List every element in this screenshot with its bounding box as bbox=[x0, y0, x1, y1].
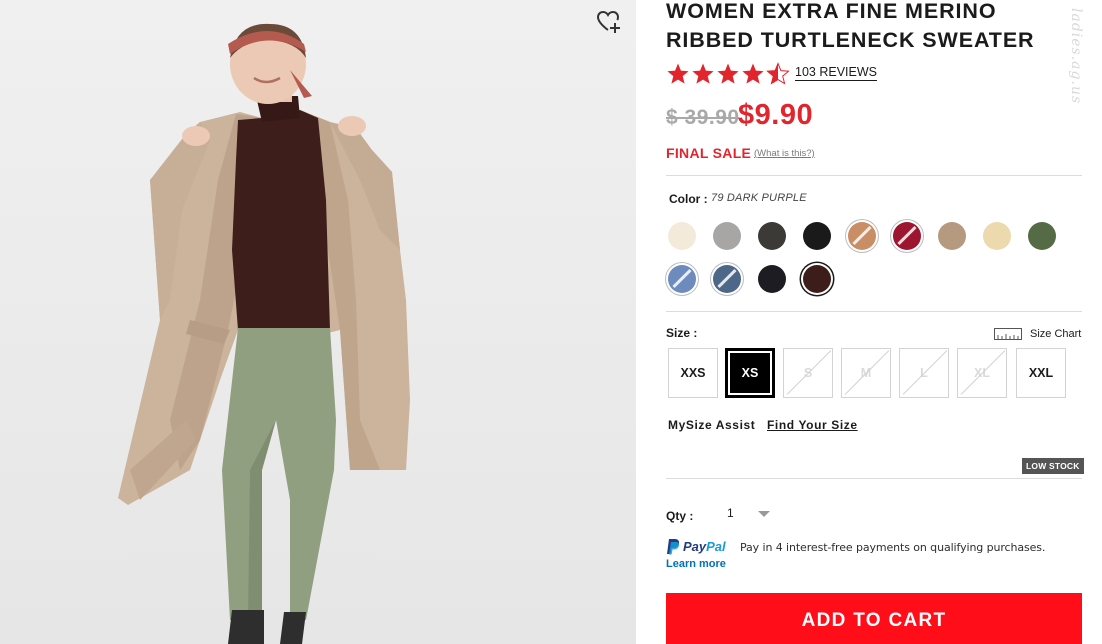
color-swatch[interactable] bbox=[848, 222, 876, 250]
size-option-unavailable[interactable]: XL bbox=[957, 348, 1007, 398]
sale-price: $9.90 bbox=[738, 99, 814, 131]
quantity-value: 1 bbox=[727, 506, 734, 520]
ruler-icon bbox=[994, 328, 1022, 340]
paypal-wordmark: PayPal bbox=[683, 539, 726, 554]
divider bbox=[666, 311, 1082, 312]
divider bbox=[666, 478, 1082, 479]
unavailable-slash-icon bbox=[717, 268, 737, 289]
product-details-panel: WOMEN EXTRA FINE MERINO RIBBED TURTLENEC… bbox=[636, 0, 1102, 644]
color-swatch[interactable] bbox=[713, 222, 741, 250]
original-price: $ 39.90 bbox=[666, 106, 740, 129]
paypal-learn-more-link[interactable]: Learn more bbox=[666, 558, 726, 570]
mysize-assist-label: MySize Assist bbox=[668, 418, 756, 432]
divider bbox=[666, 175, 1082, 176]
unavailable-slash-icon bbox=[960, 350, 1006, 395]
what-is-this-link[interactable]: (What is this?) bbox=[754, 148, 815, 159]
paypal-wordmark-pal: Pal bbox=[706, 539, 726, 554]
size-option[interactable]: XXS bbox=[668, 348, 718, 398]
unavailable-slash-icon bbox=[897, 225, 917, 246]
unavailable-slash-icon bbox=[902, 350, 948, 395]
paypal-p-icon bbox=[667, 539, 680, 555]
color-swatch[interactable] bbox=[1028, 222, 1056, 250]
size-option-label: XXL bbox=[1028, 366, 1054, 380]
star-full-icon bbox=[717, 63, 739, 84]
color-swatch[interactable] bbox=[803, 222, 831, 250]
color-swatch[interactable] bbox=[983, 222, 1011, 250]
final-sale-label: FINAL SALE bbox=[666, 145, 752, 161]
star-half-icon bbox=[766, 62, 790, 85]
product-image bbox=[0, 0, 636, 644]
paypal-description: Pay in 4 interest-free payments on quali… bbox=[740, 541, 1046, 554]
star-full-icon bbox=[692, 63, 714, 84]
quantity-select[interactable]: 1 bbox=[716, 502, 776, 524]
size-option[interactable]: XXL bbox=[1016, 348, 1066, 398]
size-option-label: XS bbox=[741, 366, 759, 380]
star-rating bbox=[666, 61, 791, 87]
color-swatch[interactable] bbox=[668, 265, 696, 293]
color-swatch[interactable] bbox=[713, 265, 741, 293]
star-full-icon bbox=[667, 63, 689, 84]
star-full-icon bbox=[742, 63, 764, 84]
add-to-wishlist-heart-icon[interactable] bbox=[596, 9, 622, 35]
unavailable-slash-icon bbox=[852, 225, 872, 246]
product-title: WOMEN EXTRA FINE MERINO RIBBED TURTLENEC… bbox=[666, 0, 1035, 52]
color-swatch[interactable] bbox=[758, 222, 786, 250]
color-swatch[interactable] bbox=[938, 222, 966, 250]
color-swatch[interactable] bbox=[893, 222, 921, 250]
color-swatch[interactable] bbox=[758, 265, 786, 293]
size-chart-link[interactable]: Size Chart bbox=[994, 326, 1081, 342]
paypal-wordmark-pay: Pay bbox=[683, 539, 707, 554]
selected-color-value: 79 DARK PURPLE bbox=[711, 192, 807, 204]
add-to-cart-button[interactable]: ADD TO CART bbox=[666, 593, 1082, 644]
color-swatch[interactable] bbox=[668, 222, 696, 250]
unavailable-slash-icon bbox=[844, 350, 890, 395]
size-option-unavailable[interactable]: S bbox=[783, 348, 833, 398]
unavailable-slash-icon bbox=[672, 268, 692, 289]
size-label: Size : bbox=[666, 326, 698, 340]
quantity-label: Qty : bbox=[666, 509, 694, 523]
paypal-logo: PayPal bbox=[666, 538, 726, 555]
color-label: Color : bbox=[669, 192, 708, 206]
find-your-size-link[interactable]: Find Your Size bbox=[767, 418, 858, 432]
size-option-unavailable[interactable]: M bbox=[841, 348, 891, 398]
watermark-text: ladies.ag.us bbox=[1068, 8, 1084, 105]
chevron-down-icon bbox=[758, 511, 770, 517]
model-photo bbox=[0, 0, 636, 644]
size-option-label: XXS bbox=[680, 366, 706, 380]
reviews-link[interactable]: 103 REVIEWS bbox=[795, 65, 877, 81]
size-chart-label: Size Chart bbox=[1030, 328, 1082, 340]
size-option-selected[interactable]: XS bbox=[725, 348, 775, 398]
color-swatch-selected[interactable] bbox=[803, 265, 831, 293]
low-stock-badge: LOW STOCK bbox=[1022, 458, 1084, 474]
size-option-unavailable[interactable]: L bbox=[899, 348, 949, 398]
unavailable-slash-icon bbox=[786, 350, 832, 395]
